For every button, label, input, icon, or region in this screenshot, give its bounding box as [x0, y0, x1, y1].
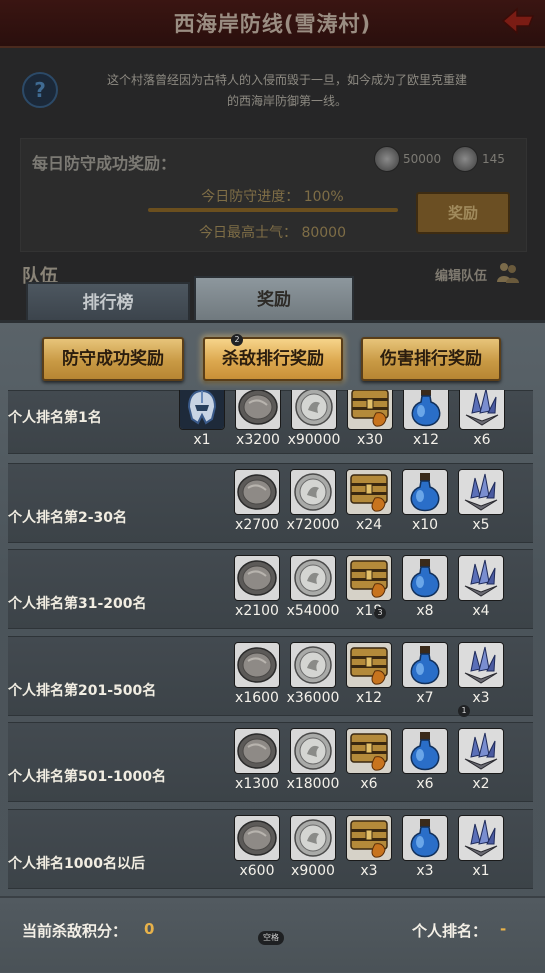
rank-range-label: 个人排名第201-500名 — [8, 682, 157, 699]
silver-coin-icon — [291, 390, 337, 430]
description-line-1: 这个村落曾经因为古特人的入侵而毁于一旦，如今成为了欧里克重建 — [106, 73, 467, 87]
reward-quantity: x1 — [472, 862, 490, 879]
edit-team-button[interactable]: 编辑队伍 — [435, 265, 487, 284]
reward-quantity: x3 — [360, 862, 378, 879]
help-icon[interactable]: ? — [22, 72, 58, 108]
personal-rank-label: 个人排名： — [412, 922, 488, 940]
description-line-2: 的西海岸防御第一线。 — [226, 94, 347, 108]
rank-range-label: 个人排名第31-200名 — [8, 596, 147, 612]
tab-bar: 排行榜 奖励 — [22, 276, 356, 322]
iron-coin-icon — [234, 641, 280, 688]
back-arrow-icon[interactable] — [501, 6, 535, 36]
rank-range-label: 个人排名第2-30名 — [8, 509, 128, 526]
silver-coin-icon — [290, 468, 336, 515]
reward-quantity: x7 — [416, 689, 434, 706]
reward-quantity: x4 — [472, 603, 490, 619]
reward-quantity: x3 — [416, 862, 434, 879]
reward-quantity: x1300 — [235, 776, 279, 792]
footer-bar: 当前杀敌积分： 0 空格 个人排名： - — [0, 896, 545, 972]
daily-reward-label: 每日防守成功奖励： — [32, 154, 177, 173]
potion-icon — [402, 641, 448, 688]
iron-coin-icon — [234, 728, 280, 774]
potion-icon — [403, 390, 449, 430]
kill-points-label: 当前杀敌积分： — [22, 922, 128, 940]
treasure-chest-icon — [346, 641, 392, 688]
reward-quantity: x24 — [355, 516, 383, 533]
reward-quantity: x54000 — [286, 603, 340, 619]
reward-quantity: x72000 — [286, 516, 340, 533]
treasure-chest-icon — [347, 390, 393, 430]
coin-2-value: 145 — [482, 152, 505, 166]
crystal-icon — [459, 390, 505, 430]
treasure-chest-icon — [346, 468, 392, 515]
sub-tab-damage-ranking-reward[interactable]: 伤害排行奖励 — [361, 337, 501, 381]
reward-quantity: x9000 — [291, 862, 335, 879]
reward-quantity: x1 — [193, 432, 211, 448]
silver-coin-icon — [290, 728, 336, 774]
reward-quantity: x30 — [356, 432, 384, 448]
space-key-hint: 空格 — [258, 931, 284, 945]
reward-quantity: x8 — [416, 603, 434, 619]
overlay-badge: 3 — [374, 607, 386, 619]
daily-reward-button[interactable]: 奖励 — [416, 192, 510, 234]
iron-coin-icon — [235, 390, 281, 430]
silver-coin-icon — [290, 641, 336, 688]
reward-quantity: x18 — [355, 603, 383, 619]
kill-points-value: 0 — [144, 920, 155, 938]
coin-1-value: 50000 — [403, 152, 442, 166]
crystal-icon — [458, 814, 504, 861]
reward-quantity: x2100 — [235, 603, 279, 619]
sub-tab-defense-reward[interactable]: 防守成功奖励 — [42, 337, 184, 381]
reward-quantity: x12 — [412, 432, 440, 448]
defense-progress-bar — [148, 208, 398, 212]
tab-ranking[interactable]: 排行榜 — [26, 282, 190, 322]
silver-coin-icon — [290, 555, 336, 601]
notification-badge: 2 — [231, 334, 243, 346]
reward-quantity: x3200 — [236, 432, 280, 448]
reward-quantity: x6 — [360, 776, 378, 792]
reward-quantity: x5 — [472, 516, 490, 533]
reward-quantity: x12 — [355, 689, 383, 706]
overlay-badge: 1 — [458, 705, 470, 717]
rank-range-label: 个人排名第1名 — [8, 410, 102, 426]
reward-quantity: x90000 — [287, 432, 341, 448]
reward-quantity: x6 — [473, 432, 491, 448]
reward-quantity: x6 — [416, 776, 434, 792]
treasure-chest-icon — [346, 814, 392, 861]
reward-quantity: x2700 — [235, 516, 279, 533]
reward-list[interactable]: 个人排名第1名 x1 x3200 x90000 x30 x12 x6 个人排名第2-30名 x2… — [0, 390, 545, 890]
potion-icon — [402, 555, 448, 601]
reward-quantity: x3 — [472, 689, 490, 706]
silver-coin-icon — [452, 146, 478, 172]
sub-tab-kill-ranking-reward[interactable]: 杀敌排行奖励 — [203, 337, 343, 381]
potion-icon — [402, 468, 448, 515]
silver-coin-icon — [290, 814, 336, 861]
treasure-chest-icon — [346, 555, 392, 601]
iron-coin-icon — [234, 555, 280, 601]
rank-range-label: 个人排名第501-1000名 — [8, 769, 166, 785]
iron-coin-icon — [234, 468, 280, 515]
reward-quantity: x10 — [411, 516, 439, 533]
crystal-icon — [458, 641, 504, 688]
team-members-icon[interactable] — [496, 260, 520, 284]
reward-quantity: x1600 — [235, 689, 279, 706]
rank-range-label: 个人排名1000名以后 — [8, 855, 145, 872]
crystal-icon — [458, 468, 504, 515]
iron-coin-icon — [234, 814, 280, 861]
reward-quantity: x2 — [472, 776, 490, 792]
potion-icon — [402, 728, 448, 774]
iron-coin-icon — [374, 146, 400, 172]
reward-quantity: x600 — [239, 862, 275, 879]
crystal-icon — [458, 728, 504, 774]
treasure-chest-icon — [346, 728, 392, 774]
potion-icon — [402, 814, 448, 861]
tab-reward[interactable]: 奖励 — [194, 276, 354, 322]
reward-quantity: x18000 — [286, 776, 340, 792]
helmet-icon — [179, 390, 225, 430]
village-description: 这个村落曾经因为古特人的入侵而毁于一旦，如今成为了欧里克重建 的西海岸防御第一线… — [62, 70, 512, 112]
personal-rank-value: - — [500, 920, 507, 938]
reward-quantity: x36000 — [286, 689, 340, 706]
page-title: 西海岸防线(雪涛村) — [173, 12, 372, 36]
crystal-icon — [458, 555, 504, 601]
